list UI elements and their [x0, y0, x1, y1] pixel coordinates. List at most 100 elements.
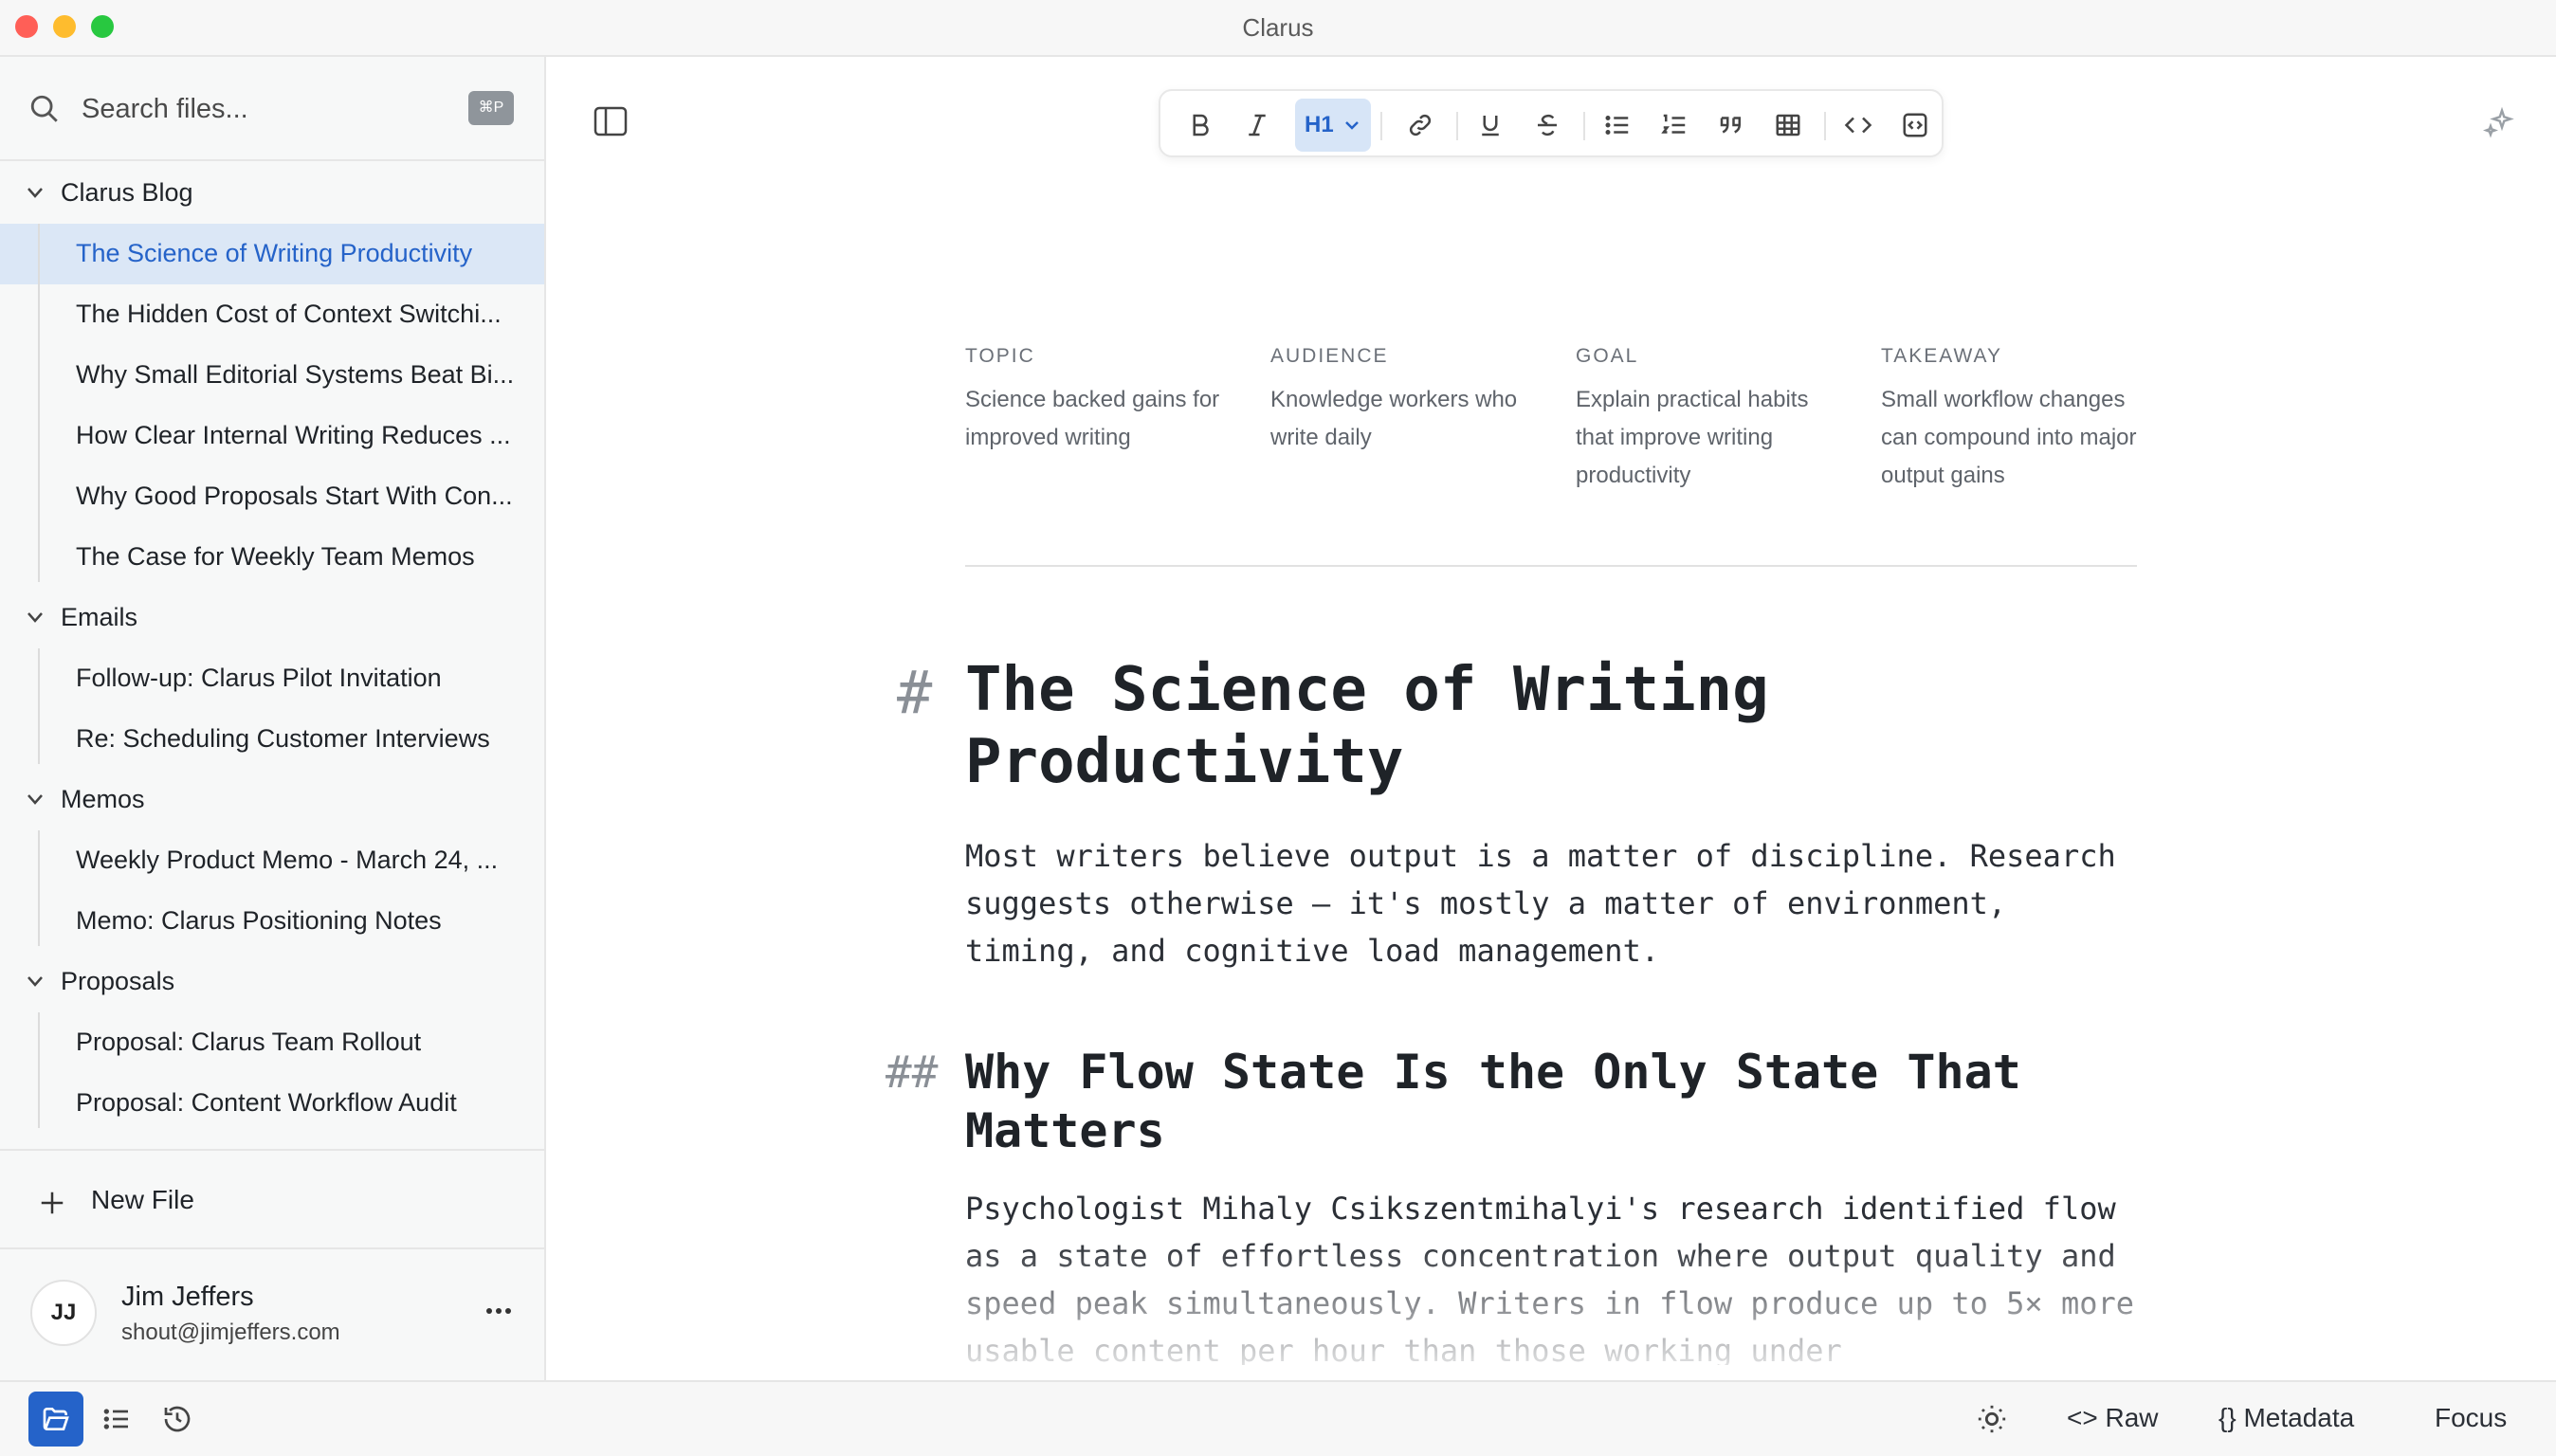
history-icon: [164, 1406, 191, 1432]
raw-mode-label: Raw: [2105, 1403, 2159, 1432]
metadata-value[interactable]: Explain practical habits that improve wr…: [1576, 381, 1851, 495]
sidebar-toggle-icon[interactable]: [593, 106, 628, 136]
file-item-label: Why Small Editorial Systems Beat Bi...: [76, 360, 515, 389]
folder-group-label: Clarus Blog: [61, 178, 193, 207]
chevron-down-icon: [27, 976, 43, 987]
file-item[interactable]: Follow-up: Clarus Pilot Invitation: [0, 648, 544, 709]
file-item-label: Proposal: Content Workflow Audit: [76, 1088, 457, 1117]
formatting-toolbar: H1: [1159, 89, 1944, 157]
file-item[interactable]: Proposal: Clarus Team Rollout: [0, 1012, 544, 1073]
file-item[interactable]: How Clear Internal Writing Reduces ...: [0, 406, 544, 466]
metadata-field: AUDIENCE Knowledge workers who write dail…: [1270, 345, 1545, 457]
toolbar-divider: [1380, 112, 1382, 140]
file-item[interactable]: The Science of Writing Productivity: [0, 224, 544, 284]
folder-group-header[interactable]: Proposals: [0, 952, 544, 1012]
search-shortcut-badge: ⌘P: [468, 91, 514, 125]
folder-group-header[interactable]: Clarus Blog: [0, 163, 544, 224]
toolbar-divider: [1456, 112, 1458, 140]
list-icon: [103, 1409, 128, 1429]
inline-code-button[interactable]: [1837, 104, 1879, 146]
file-item-label: Re: Scheduling Customer Interviews: [76, 724, 490, 753]
outline-view-button[interactable]: [89, 1392, 144, 1447]
metadata-value[interactable]: Science backed gains for improved writin…: [965, 381, 1240, 457]
file-item[interactable]: Why Good Proposals Start With Con...: [0, 466, 544, 527]
search-bar: ⌘P: [0, 57, 544, 161]
toolbar-divider: [1824, 112, 1826, 140]
metadata-key: TAKEAWAY: [1881, 345, 2003, 367]
search-input[interactable]: [82, 87, 442, 131]
bold-icon: [1193, 114, 1209, 136]
files-view-button[interactable]: [28, 1392, 83, 1447]
link-button[interactable]: [1399, 104, 1441, 146]
raw-mode-button[interactable]: <> Raw: [2067, 1403, 2159, 1433]
italic-button[interactable]: [1236, 104, 1278, 146]
bullet-list-button[interactable]: [1597, 104, 1638, 146]
document-metadata: TOPIC Science backed gains for improved w…: [965, 345, 2137, 567]
theme-toggle-icon[interactable]: [1976, 1403, 2008, 1435]
blockquote-button[interactable]: [1710, 104, 1752, 146]
history-view-button[interactable]: [150, 1392, 205, 1447]
metadata-field: TOPIC Science backed gains for improved w…: [965, 345, 1240, 457]
file-item-label: Why Good Proposals Start With Con...: [76, 482, 513, 510]
numbered-list-button[interactable]: [1653, 104, 1695, 146]
chevron-down-icon: [27, 188, 43, 198]
heading-1[interactable]: The Science of Writing Productivity: [965, 654, 2141, 798]
underline-button[interactable]: [1470, 104, 1511, 146]
metadata-field: TAKEAWAY Small workflow changes can compo…: [1881, 345, 2156, 495]
file-item[interactable]: Memo: Clarus Positioning Notes: [0, 891, 544, 952]
folder-group-label: Memos: [61, 785, 145, 813]
focus-mode-button[interactable]: Focus: [2435, 1403, 2507, 1433]
quote-icon: [1720, 117, 1741, 134]
h2-marker: ##: [885, 1046, 939, 1098]
toolbar-divider: [1583, 112, 1585, 140]
window-title: Clarus: [1242, 13, 1314, 42]
metadata-toggle-button[interactable]: {} Metadata: [2218, 1403, 2354, 1433]
file-item[interactable]: The Hidden Cost of Context Switchi...: [0, 284, 544, 345]
heading-2[interactable]: Why Flow State Is the Only State That Ma…: [965, 1043, 2150, 1160]
strikethrough-button[interactable]: [1526, 104, 1568, 146]
sparkle-ai-icon[interactable]: [2482, 106, 2516, 140]
file-item[interactable]: Why Small Editorial Systems Beat Bi...: [0, 345, 544, 406]
title-bar: Clarus: [0, 0, 2556, 57]
table-button[interactable]: [1767, 104, 1809, 146]
avatar[interactable]: JJ: [30, 1280, 97, 1346]
file-item[interactable]: Proposal: Content Workflow Audit: [0, 1073, 544, 1134]
heading-level-dropdown[interactable]: H1: [1295, 99, 1371, 152]
underline-icon: [1482, 116, 1499, 136]
italic-icon: [1249, 114, 1266, 136]
file-item-label: The Case for Weekly Team Memos: [76, 542, 475, 571]
tree-guide-line: [38, 648, 40, 764]
folder-icon: [43, 1408, 69, 1430]
new-file-label: New File: [91, 1185, 194, 1214]
code-block-button[interactable]: [1894, 104, 1936, 146]
metadata-value[interactable]: Knowledge workers who write daily: [1270, 381, 1545, 457]
tree-guide-line: [38, 1012, 40, 1128]
paragraph[interactable]: Most writers believe output is a matter …: [965, 832, 2150, 974]
file-item[interactable]: The Case for Weekly Team Memos: [0, 527, 544, 588]
file-item-label: Follow-up: Clarus Pilot Invitation: [76, 664, 442, 692]
file-item-label: The Science of Writing Productivity: [76, 239, 473, 267]
metadata-key: AUDIENCE: [1270, 345, 1389, 367]
new-file-button[interactable]: New File: [0, 1149, 544, 1249]
metadata-field: GOAL Explain practical habits that improv…: [1576, 345, 1851, 495]
metadata-key: TOPIC: [965, 345, 1035, 367]
chevron-down-icon: [27, 794, 43, 805]
file-item-label: The Hidden Cost of Context Switchi...: [76, 300, 502, 328]
paragraph[interactable]: Psychologist Mihaly Csikszentmihalyi's r…: [965, 1185, 2150, 1365]
chevron-down-icon: [27, 612, 43, 623]
search-icon: [30, 95, 58, 122]
status-bar: <> Raw {} Metadata Focus: [0, 1380, 2556, 1456]
metadata-toggle-label: Metadata: [2243, 1403, 2355, 1432]
link-icon: [1409, 114, 1432, 136]
file-item[interactable]: Re: Scheduling Customer Interviews: [0, 709, 544, 770]
file-item-label: Memo: Clarus Positioning Notes: [76, 906, 442, 935]
table-icon: [1776, 114, 1800, 136]
user-name: Jim Jeffers: [121, 1282, 254, 1312]
folder-group-header[interactable]: Memos: [0, 770, 544, 830]
metadata-value[interactable]: Small workflow changes can compound into…: [1881, 381, 2156, 495]
folder-group-header[interactable]: Emails: [0, 588, 544, 648]
file-item[interactable]: Weekly Product Memo - March 24, ...: [0, 830, 544, 891]
bold-button[interactable]: [1179, 104, 1221, 146]
file-item-label: How Clear Internal Writing Reduces ...: [76, 421, 511, 449]
more-options-icon[interactable]: [485, 1306, 512, 1316]
